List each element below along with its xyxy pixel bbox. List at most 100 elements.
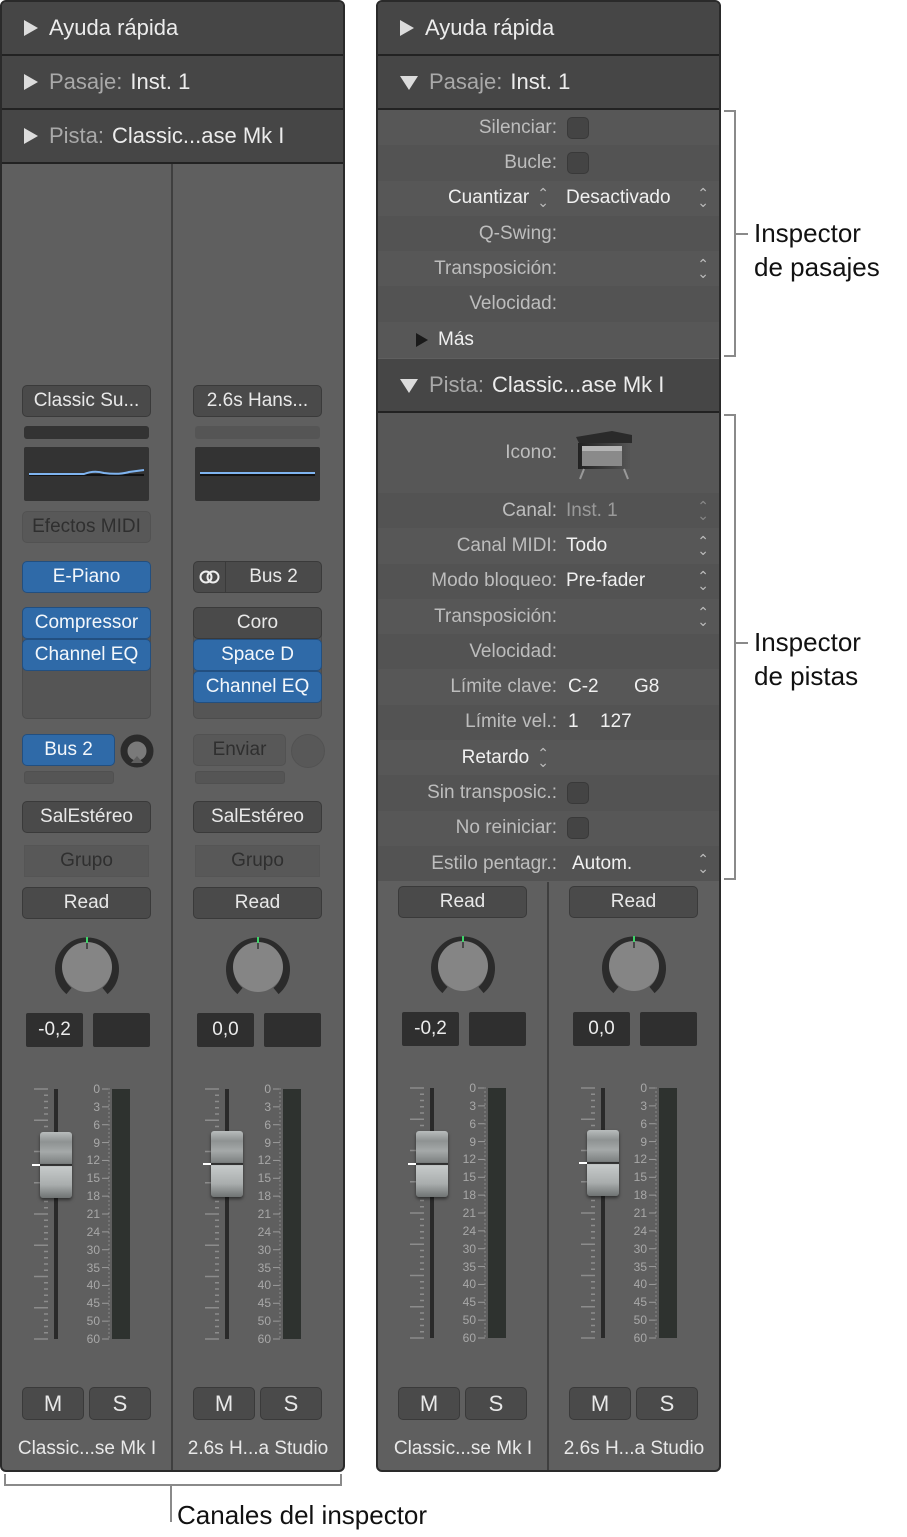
volume-readout[interactable]: 0,0 <box>573 1012 630 1046</box>
solo-button[interactable]: S <box>260 1387 322 1420</box>
level-meter <box>112 1089 130 1339</box>
output-slot[interactable]: SalEstéreo <box>193 801 322 833</box>
meter-scale-label: 21 <box>462 1206 476 1220</box>
input-bar <box>195 426 320 439</box>
solo-button[interactable]: S <box>465 1387 527 1420</box>
input-slot[interactable]: Bus 2 <box>193 561 322 593</box>
mute-button[interactable]: M <box>398 1387 460 1420</box>
channel-setting-button[interactable]: 2.6s Hans... <box>193 385 322 417</box>
channel-strip-inst: Read -0,2 0 3 6 9 12 15 18 21 24 30 35 40 45 50 60 M S Clas… <box>378 2 548 1470</box>
send-slot[interactable]: Enviar <box>193 734 286 766</box>
mute-button[interactable]: M <box>569 1387 631 1420</box>
stereo-link-icon[interactable] <box>194 562 226 592</box>
channel-name[interactable]: 2.6s H...a Studio <box>173 1438 343 1466</box>
volume-readout[interactable]: -0,2 <box>26 1013 83 1047</box>
meter-scale-label: 40 <box>462 1277 476 1292</box>
solo-button[interactable]: S <box>636 1387 698 1420</box>
channel-name[interactable]: 2.6s H...a Studio <box>549 1438 719 1466</box>
meter-scale-label: 0 <box>264 1082 271 1096</box>
audio-fx-slot[interactable]: Channel EQ <box>22 639 151 671</box>
channel-strip-aux: Read 0,0 0 3 6 9 12 15 18 21 24 30 35 40 45 50 60 M S 2.6s … <box>549 2 719 1470</box>
automation-mode-button[interactable]: Read <box>193 887 322 919</box>
send-level-knob[interactable] <box>120 734 154 768</box>
mute-button[interactable]: M <box>193 1387 255 1420</box>
eq-thumbnail[interactable] <box>24 447 149 501</box>
volume-fader[interactable]: 0 3 6 9 12 15 18 21 24 30 35 40 45 50 60 <box>30 1082 160 1354</box>
eq-curve <box>29 469 145 475</box>
automation-mode-button[interactable]: Read <box>398 886 527 918</box>
fader-cap[interactable] <box>587 1130 619 1196</box>
automation-mode-button[interactable]: Read <box>22 887 151 919</box>
instrument-slot[interactable]: E-Piano <box>22 561 151 593</box>
meter-scale-label: 45 <box>633 1295 647 1310</box>
eq-thumbnail[interactable] <box>195 447 320 501</box>
meter-scale-label: 60 <box>633 1331 647 1345</box>
volume-fader[interactable]: 0 3 6 9 12 15 18 21 24 30 35 40 45 50 60 <box>201 1082 331 1354</box>
audio-fx-slot[interactable]: Space D <box>193 639 322 671</box>
group-slot[interactable]: Grupo <box>24 845 149 877</box>
meter-scale-label: 18 <box>633 1188 647 1203</box>
mute-button[interactable]: M <box>22 1387 84 1420</box>
meter-scale-label: 24 <box>86 1224 100 1239</box>
volume-readout[interactable]: -0,2 <box>402 1012 459 1046</box>
fader-unity-mark <box>203 1163 211 1165</box>
peak-readout[interactable] <box>264 1013 321 1047</box>
meter-scale-label: 3 <box>93 1099 100 1114</box>
peak-readout[interactable] <box>469 1012 526 1046</box>
channel-name[interactable]: Classic...se Mk I <box>378 1438 548 1466</box>
midi-fx-slot[interactable]: Efectos MIDI <box>22 511 151 543</box>
meter-scale-label: 6 <box>469 1116 476 1131</box>
output-slot[interactable]: SalEstéreo <box>22 801 151 833</box>
inspector-collapsed: Ayuda rápida Pasaje: Inst. 1 Pista: Clas… <box>0 0 345 1472</box>
channel-setting-button[interactable]: Classic Su... <box>22 385 151 417</box>
meter-scale-label: 30 <box>86 1242 100 1257</box>
meter-scale-label: 35 <box>462 1259 476 1274</box>
meter-scale-label: 50 <box>257 1314 271 1329</box>
audio-fx-slot[interactable]: Compressor <box>22 607 151 639</box>
peak-readout[interactable] <box>93 1013 150 1047</box>
meter-scale-label: 0 <box>469 1081 476 1095</box>
send-slot[interactable]: Bus 2 <box>22 734 115 766</box>
fader-cap[interactable] <box>416 1131 448 1198</box>
track-inspector-bracket-tick <box>736 642 748 644</box>
meter-scale-label: 9 <box>264 1135 271 1150</box>
meter-scale-label: 15 <box>462 1170 476 1185</box>
meter-scale-label: 30 <box>462 1241 476 1256</box>
meter-scale-label: 35 <box>633 1259 647 1274</box>
pan-knob[interactable] <box>600 932 668 1000</box>
audio-fx-slot[interactable]: Coro <box>193 607 322 639</box>
meter-scale-label: 24 <box>462 1223 476 1238</box>
pan-knob[interactable] <box>429 932 497 1000</box>
meter-scale-label: 45 <box>462 1295 476 1310</box>
inspector-expanded: Ayuda rápida Pasaje: Inst. 1 Silenciar: B… <box>376 0 721 1472</box>
channel-name[interactable]: Classic...se Mk I <box>2 1438 172 1466</box>
input-bar <box>24 426 149 439</box>
volume-readout[interactable]: 0,0 <box>197 1013 254 1047</box>
meter-scale-label: 3 <box>640 1098 647 1113</box>
audio-fx-slot[interactable]: Channel EQ <box>193 671 322 703</box>
group-slot[interactable]: Grupo <box>195 845 320 877</box>
level-meter <box>283 1089 301 1339</box>
channel-strip-inst: Classic Su... Efectos MIDI E-Piano Compress… <box>2 2 172 1470</box>
pan-knob[interactable] <box>53 933 121 1001</box>
volume-fader[interactable]: 0 3 6 9 12 15 18 21 24 30 35 40 45 50 60 <box>406 1081 536 1353</box>
pan-knob[interactable] <box>224 933 292 1001</box>
fader-cap[interactable] <box>211 1131 243 1197</box>
meter-scale-label: 40 <box>257 1278 271 1293</box>
channel-strip-aux: 2.6s Hans... Bus 2 Coro Space D Channel EQ En… <box>173 2 343 1470</box>
send-level-knob[interactable] <box>291 734 325 768</box>
peak-readout[interactable] <box>640 1012 697 1046</box>
automation-mode-button[interactable]: Read <box>569 886 698 918</box>
solo-button[interactable]: S <box>89 1387 151 1420</box>
meter-scale-label: 30 <box>633 1241 647 1256</box>
meter-scale-label: 24 <box>633 1223 647 1238</box>
fader-unity-mark <box>32 1164 40 1167</box>
level-meter <box>659 1088 677 1338</box>
meter-scale-label: 18 <box>86 1189 100 1204</box>
meter-scale-label: 50 <box>86 1314 100 1329</box>
meter-scale-label: 0 <box>93 1082 100 1096</box>
level-meter <box>488 1088 506 1338</box>
volume-fader[interactable]: 0 3 6 9 12 15 18 21 24 30 35 40 45 50 60 <box>577 1081 707 1353</box>
fader-cap[interactable] <box>40 1132 72 1199</box>
inspector-channels-annotation: Canales del inspector <box>177 1500 428 1530</box>
